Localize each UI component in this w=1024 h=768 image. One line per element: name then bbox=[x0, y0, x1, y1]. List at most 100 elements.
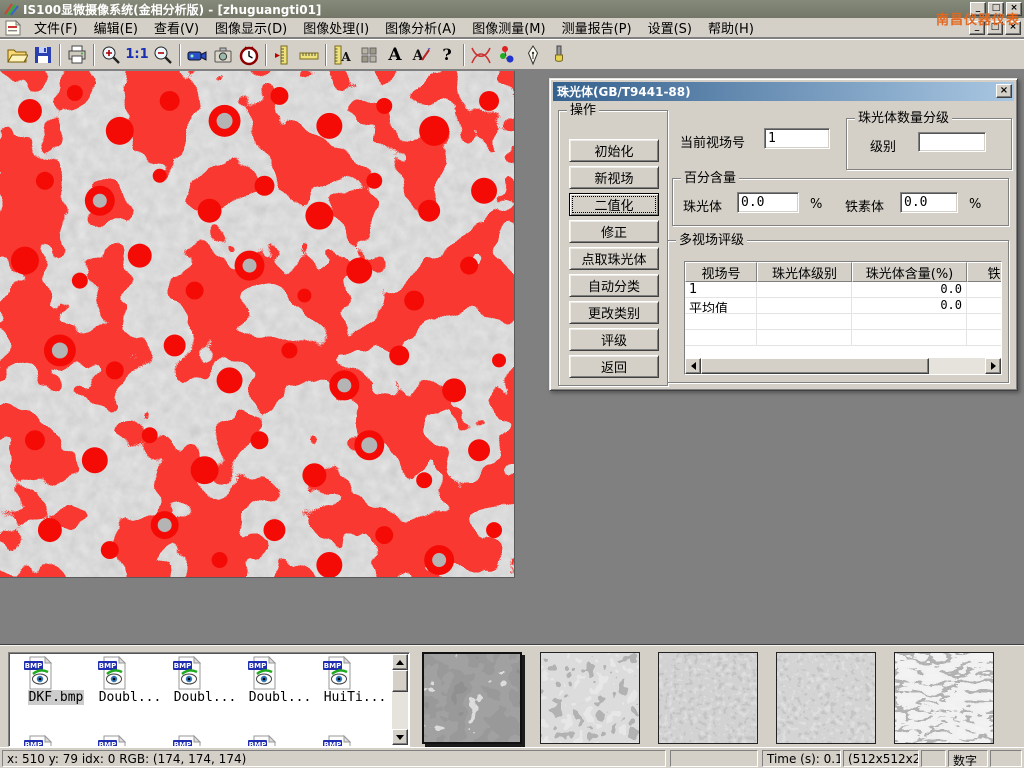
file-item-partial[interactable]: BMP bbox=[97, 735, 163, 747]
help-icon[interactable]: ? bbox=[434, 42, 460, 68]
file-item[interactable]: BMP Doubl... bbox=[172, 656, 238, 705]
col-pearlite-grade[interactable]: 珠光体级别 bbox=[757, 262, 852, 282]
micrograph-binarized-image[interactable] bbox=[0, 71, 515, 578]
thumbnail-4[interactable] bbox=[776, 652, 876, 744]
pearlite-label: 珠光体 bbox=[683, 196, 722, 215]
file-item[interactable]: BMP DKF.bmp bbox=[23, 656, 89, 705]
scroll-right-icon[interactable] bbox=[985, 358, 1001, 374]
menu-image-measure[interactable]: 图像测量(M) bbox=[464, 16, 553, 39]
toolbar-separator bbox=[59, 44, 61, 66]
dialog-close-icon[interactable]: × bbox=[996, 84, 1012, 98]
brush-icon[interactable] bbox=[546, 42, 572, 68]
video-camera-icon[interactable] bbox=[184, 42, 210, 68]
svg-text:BMP: BMP bbox=[99, 662, 116, 670]
bmp-file-icon: BMP bbox=[97, 656, 131, 690]
col-ferrite[interactable]: 铁素体 bbox=[967, 262, 1002, 282]
rating-legend: 多视场评级 bbox=[676, 233, 747, 248]
menu-report[interactable]: 测量报告(P) bbox=[554, 16, 640, 39]
scroll-up-icon[interactable] bbox=[392, 654, 408, 670]
menu-help[interactable]: 帮助(H) bbox=[700, 16, 762, 39]
zoom-out-icon[interactable] bbox=[150, 42, 176, 68]
thumbnail-1[interactable] bbox=[422, 652, 522, 744]
curve-icon[interactable] bbox=[468, 42, 494, 68]
pearlite-percent-input[interactable] bbox=[737, 192, 799, 213]
grid-icon[interactable] bbox=[356, 42, 382, 68]
bmp-file-icon: BMP bbox=[322, 735, 356, 747]
ferrite-label: 铁素体 bbox=[845, 196, 884, 215]
svg-text:BMP: BMP bbox=[174, 662, 191, 670]
status-empty-3 bbox=[990, 750, 1022, 767]
file-item-partial[interactable]: BMP bbox=[23, 735, 89, 747]
pearlite-unit: % bbox=[810, 197, 822, 212]
file-item-partial[interactable]: BMP bbox=[247, 735, 313, 747]
svg-text:A: A bbox=[340, 50, 351, 64]
thumbnail-3[interactable] bbox=[658, 652, 758, 744]
file-item[interactable]: BMP Doubl... bbox=[97, 656, 163, 705]
grade-input[interactable] bbox=[918, 132, 986, 152]
app-icon bbox=[3, 2, 19, 16]
menu-image-display[interactable]: 图像显示(D) bbox=[207, 16, 295, 39]
menu-view[interactable]: 查看(V) bbox=[146, 16, 207, 39]
file-name: Doubl... bbox=[173, 690, 238, 705]
caliper-icon[interactable] bbox=[270, 42, 296, 68]
col-pearlite-content[interactable]: 珠光体含量(%) bbox=[852, 262, 967, 282]
binarize-button[interactable]: 二值化 bbox=[569, 193, 659, 216]
change-class-button[interactable]: 更改类别 bbox=[569, 301, 659, 324]
menu-settings[interactable]: 设置(S) bbox=[640, 16, 700, 39]
hscroll-thumb[interactable] bbox=[701, 358, 929, 374]
init-button[interactable]: 初始化 bbox=[569, 139, 659, 162]
status-empty-2 bbox=[921, 750, 946, 767]
thumbnail-2[interactable] bbox=[540, 652, 640, 744]
col-field-no[interactable]: 视场号 bbox=[685, 262, 757, 282]
save-icon[interactable] bbox=[30, 42, 56, 68]
file-list-vscrollbar[interactable] bbox=[392, 654, 408, 745]
svg-text:BMP: BMP bbox=[25, 662, 42, 670]
dialog-title-bar[interactable]: 珠光体(GB/T9441-88) × bbox=[553, 82, 1014, 101]
file-item[interactable]: BMP HuiTi... bbox=[322, 656, 388, 705]
ferrite-percent-input[interactable] bbox=[900, 192, 958, 213]
table-hscrollbar[interactable] bbox=[685, 358, 1001, 374]
ruler-icon[interactable] bbox=[296, 42, 322, 68]
zoom-in-icon[interactable] bbox=[98, 42, 124, 68]
ferrite-unit: % bbox=[969, 197, 981, 212]
print-icon[interactable] bbox=[64, 42, 90, 68]
file-item-partial[interactable]: BMP bbox=[322, 735, 388, 747]
correct-button[interactable]: 修正 bbox=[569, 220, 659, 243]
thumbnail-5[interactable] bbox=[894, 652, 994, 744]
table-row[interactable]: 1 0.0 bbox=[685, 282, 1001, 298]
return-button[interactable]: 返回 bbox=[569, 355, 659, 378]
vscroll-thumb[interactable] bbox=[392, 670, 408, 692]
text-icon[interactable]: A bbox=[382, 42, 408, 68]
pick-pearlite-button[interactable]: 点取珠光体 bbox=[569, 247, 659, 270]
toolbar-separator bbox=[325, 44, 327, 66]
rating-table-header: 视场号 珠光体级别 珠光体含量(%) 铁素体 bbox=[685, 262, 1001, 282]
status-empty-1 bbox=[670, 750, 758, 767]
actual-size-icon[interactable]: 1:1 bbox=[124, 42, 150, 68]
grade-button[interactable]: 评级 bbox=[569, 328, 659, 351]
menu-file[interactable]: 文件(F) bbox=[26, 16, 86, 39]
markers-icon[interactable] bbox=[494, 42, 520, 68]
current-field-input[interactable] bbox=[764, 128, 830, 149]
window-title: IS100显微摄像系统(金相分析版) - [zhuguangti01] bbox=[23, 1, 321, 18]
open-icon[interactable] bbox=[4, 42, 30, 68]
auto-classify-button[interactable]: 自动分类 bbox=[569, 274, 659, 297]
file-item[interactable]: BMP Doubl... bbox=[247, 656, 313, 705]
bmp-file-icon: BMP bbox=[247, 735, 281, 747]
operation-legend: 操作 bbox=[567, 103, 599, 118]
table-row[interactable]: 平均值 0.0 bbox=[685, 298, 1001, 314]
timer-icon[interactable] bbox=[236, 42, 262, 68]
scroll-down-icon[interactable] bbox=[392, 729, 408, 745]
new-field-button[interactable]: 新视场 bbox=[569, 166, 659, 189]
annotate-icon[interactable]: A bbox=[408, 42, 434, 68]
status-mode: 数字 bbox=[948, 750, 988, 767]
menu-image-analysis[interactable]: 图像分析(A) bbox=[377, 16, 464, 39]
scroll-left-icon[interactable] bbox=[685, 358, 701, 374]
current-field-label: 当前视场号 bbox=[680, 132, 745, 151]
pen-icon[interactable] bbox=[520, 42, 546, 68]
menu-image-process[interactable]: 图像处理(I) bbox=[295, 16, 377, 39]
menu-edit[interactable]: 编辑(E) bbox=[86, 16, 146, 39]
camera-icon[interactable] bbox=[210, 42, 236, 68]
measure-text-icon[interactable]: A bbox=[330, 42, 356, 68]
file-item-partial[interactable]: BMP bbox=[172, 735, 238, 747]
menu-bar: 文件(F) 编辑(E) 查看(V) 图像显示(D) 图像处理(I) 图像分析(A… bbox=[0, 18, 1024, 38]
